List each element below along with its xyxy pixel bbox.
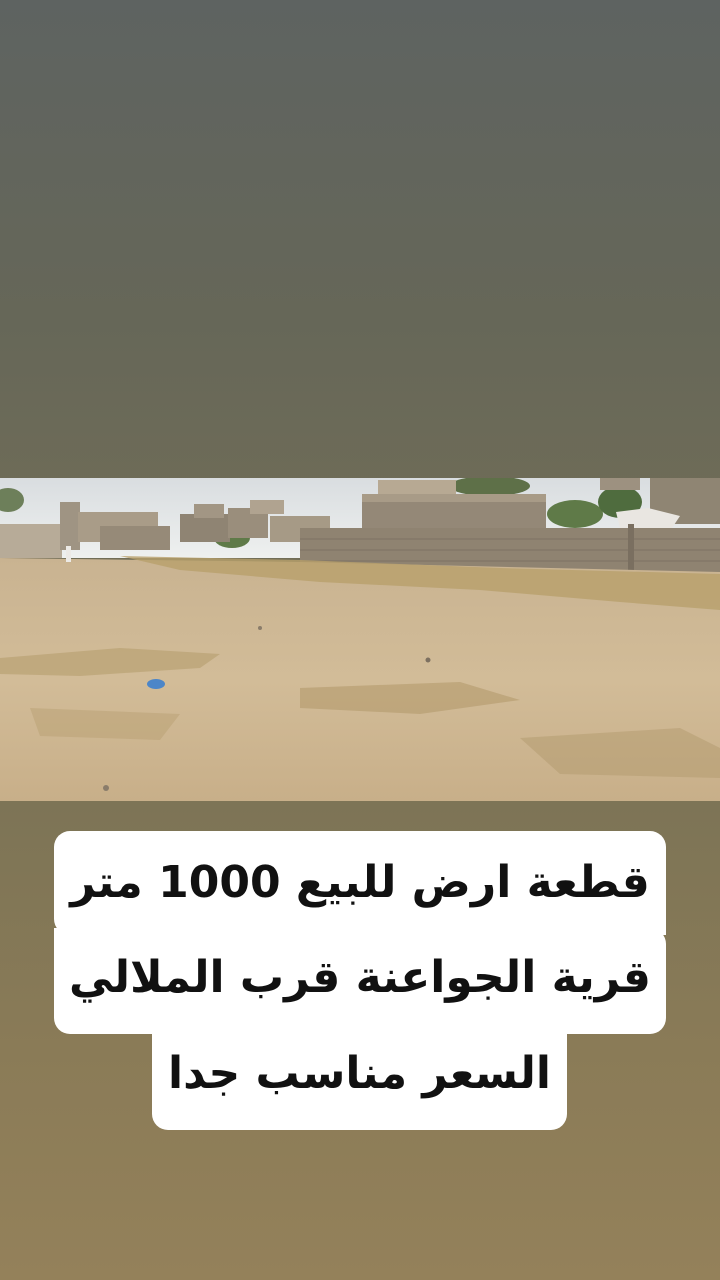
- land-plot-photo: [0, 478, 720, 801]
- caption-line-1: قطعة ارض للبيع 1000 متر: [54, 831, 666, 935]
- caption-line-2: قرية الجواعنة قرب الملالي: [54, 928, 666, 1034]
- caption-line-3: السعر مناسب جدا: [152, 1026, 567, 1130]
